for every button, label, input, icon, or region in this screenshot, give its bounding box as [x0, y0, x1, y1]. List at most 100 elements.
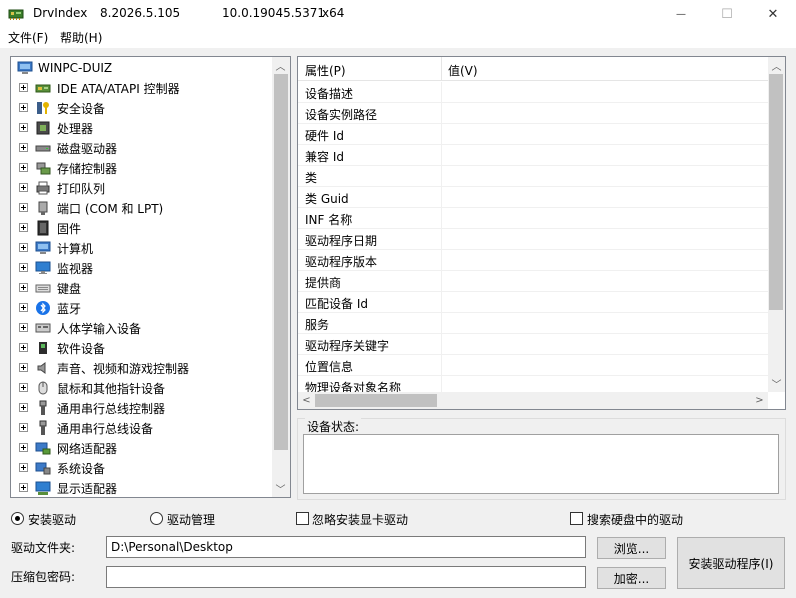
- ignore-display-label[interactable]: 忽略安装显卡驱动: [312, 511, 408, 528]
- property-row[interactable]: 兼容 Id: [298, 145, 768, 166]
- expand-icon[interactable]: [19, 143, 28, 152]
- expand-icon[interactable]: [19, 283, 28, 292]
- tree-item[interactable]: 蓝牙: [11, 298, 271, 318]
- expand-icon[interactable]: [19, 203, 28, 212]
- tree-vertical-scrollbar[interactable]: ︿ ﹀: [272, 57, 290, 497]
- driver-manage-label[interactable]: 驱动管理: [167, 511, 215, 528]
- tree-item[interactable]: 网络适配器: [11, 438, 271, 458]
- property-horizontal-scrollbar[interactable]: < >: [298, 392, 768, 409]
- menu-file[interactable]: 文件(F): [8, 29, 48, 46]
- property-vertical-scrollbar[interactable]: ︿ ﹀: [768, 57, 785, 392]
- tree-item[interactable]: 监视器: [11, 258, 271, 278]
- encrypt-button[interactable]: 加密...: [597, 567, 666, 589]
- archive-password-input[interactable]: [106, 566, 586, 588]
- scroll-left-icon[interactable]: <: [298, 392, 315, 409]
- device-status-label: 设备状态:: [305, 418, 362, 435]
- tree-item[interactable]: IDE ATA/ATAPI 控制器: [11, 78, 271, 98]
- property-row[interactable]: 驱动程序版本: [298, 250, 768, 271]
- tree-item[interactable]: 打印队列: [11, 178, 271, 198]
- expand-icon[interactable]: [19, 363, 28, 372]
- search-disk-label[interactable]: 搜索硬盘中的驱动: [587, 511, 683, 528]
- tree-item[interactable]: 系统设备: [11, 458, 271, 478]
- scroll-down-icon[interactable]: ﹀: [272, 480, 289, 497]
- property-row[interactable]: 服务: [298, 313, 768, 334]
- property-list[interactable]: 属性(P) 值(V) 设备描述 设备实例路径 硬件 Id 兼容 Id 类类 Guid IN…: [297, 56, 786, 410]
- column-value[interactable]: 值(V): [448, 62, 478, 79]
- tree-item[interactable]: 端口 (COM 和 LPT): [11, 198, 271, 218]
- system-device-icon: [35, 462, 51, 475]
- expand-icon[interactable]: [19, 323, 28, 332]
- scroll-right-icon[interactable]: >: [751, 392, 768, 409]
- browse-button[interactable]: 浏览...: [597, 537, 666, 559]
- install-driver-label[interactable]: 安装驱动: [28, 511, 76, 528]
- property-row[interactable]: INF 名称: [298, 208, 768, 229]
- tree-item[interactable]: 计算机: [11, 238, 271, 258]
- tree-item[interactable]: 固件: [11, 218, 271, 238]
- search-disk-checkbox[interactable]: [570, 512, 583, 525]
- minimize-button[interactable]: —: [658, 0, 704, 28]
- expand-icon[interactable]: [19, 403, 28, 412]
- expand-icon[interactable]: [19, 163, 28, 172]
- property-row[interactable]: 类 Guid: [298, 187, 768, 208]
- expand-icon[interactable]: [19, 83, 28, 92]
- scroll-up-icon[interactable]: ︿: [768, 57, 785, 74]
- property-row[interactable]: 提供商: [298, 271, 768, 292]
- expand-icon[interactable]: [19, 123, 28, 132]
- maximize-button[interactable]: ☐: [704, 0, 750, 28]
- expand-icon[interactable]: [19, 423, 28, 432]
- tree-item[interactable]: 通用串行总线控制器: [11, 398, 271, 418]
- expand-icon[interactable]: [19, 443, 28, 452]
- scroll-thumb[interactable]: [315, 394, 437, 407]
- tree-item[interactable]: 人体学输入设备: [11, 318, 271, 338]
- property-row[interactable]: 硬件 Id: [298, 124, 768, 145]
- install-driver-radio[interactable]: [11, 512, 24, 525]
- scroll-up-icon[interactable]: ︿: [272, 57, 289, 74]
- expand-icon[interactable]: [19, 343, 28, 352]
- scroll-thumb[interactable]: [769, 74, 783, 310]
- tree-item[interactable]: 键盘: [11, 278, 271, 298]
- scroll-thumb[interactable]: [274, 74, 288, 450]
- tree-item[interactable]: 安全设备: [11, 98, 271, 118]
- network-adapter-icon: [35, 442, 51, 455]
- tree-item-label: 蓝牙: [57, 301, 82, 316]
- ignore-display-checkbox[interactable]: [296, 512, 309, 525]
- expand-icon[interactable]: [19, 263, 28, 272]
- property-row[interactable]: 驱动程序日期: [298, 229, 768, 250]
- expand-icon[interactable]: [19, 103, 28, 112]
- property-row[interactable]: 驱动程序关键字: [298, 334, 768, 355]
- tree-item[interactable]: 处理器: [11, 118, 271, 138]
- expand-icon[interactable]: [19, 383, 28, 392]
- expand-icon[interactable]: [19, 183, 28, 192]
- expand-icon[interactable]: [19, 463, 28, 472]
- tree-item[interactable]: 通用串行总线设备: [11, 418, 271, 438]
- device-status-box[interactable]: [303, 434, 779, 494]
- property-row[interactable]: 设备描述: [298, 82, 768, 103]
- tree-item-label: 软件设备: [57, 341, 106, 356]
- close-button[interactable]: ✕: [750, 0, 796, 28]
- property-row[interactable]: 类: [298, 166, 768, 187]
- property-row[interactable]: 位置信息: [298, 355, 768, 376]
- device-tree[interactable]: WINPC-DUIZ IDE ATA/ATAPI 控制器 安全设备 处理器 磁盘驱动器…: [10, 56, 291, 498]
- install-drivers-button[interactable]: 安装驱动程序(I): [677, 537, 785, 589]
- tree-item[interactable]: 声音、视频和游戏控制器: [11, 358, 271, 378]
- tree-root[interactable]: WINPC-DUIZ: [11, 58, 271, 78]
- scroll-down-icon[interactable]: ﹀: [768, 375, 785, 392]
- expand-icon[interactable]: [19, 243, 28, 252]
- expand-icon[interactable]: [19, 223, 28, 232]
- property-row[interactable]: 匹配设备 Id: [298, 292, 768, 313]
- expand-icon[interactable]: [19, 483, 28, 492]
- tree-item[interactable]: 鼠标和其他指针设备: [11, 378, 271, 398]
- menu-help[interactable]: 帮助(H): [60, 29, 102, 46]
- driver-manage-radio[interactable]: [150, 512, 163, 525]
- tree-item[interactable]: 存储控制器: [11, 158, 271, 178]
- property-row[interactable]: 设备实例路径: [298, 103, 768, 124]
- title-bar[interactable]: DrvIndex 8.2026.5.105 10.0.19045.5371 x6…: [0, 0, 796, 28]
- expand-icon[interactable]: [19, 303, 28, 312]
- app-icon: [8, 9, 24, 20]
- tree-item[interactable]: 磁盘驱动器: [11, 138, 271, 158]
- tree-item[interactable]: 软件设备: [11, 338, 271, 358]
- tree-item-label: 监视器: [57, 261, 94, 276]
- tree-item[interactable]: 显示适配器: [11, 478, 271, 497]
- column-property[interactable]: 属性(P): [305, 62, 346, 79]
- driver-folder-input[interactable]: [106, 536, 586, 558]
